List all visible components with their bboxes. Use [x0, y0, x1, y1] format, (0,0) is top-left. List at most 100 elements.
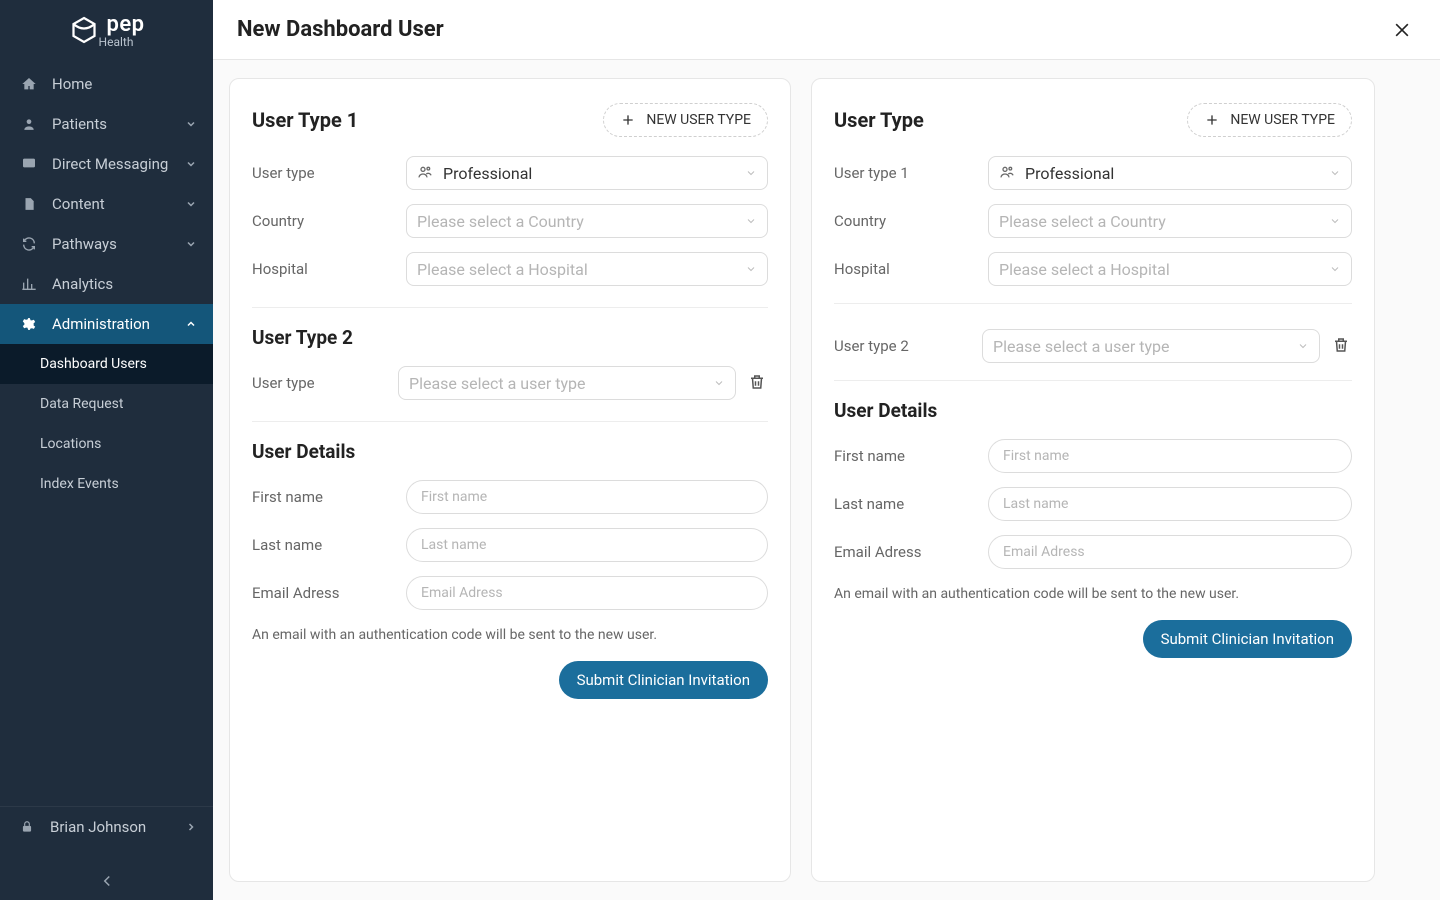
select-placeholder: Please select a Hospital: [999, 260, 1170, 279]
submit-clinician-invitation-button[interactable]: Submit Clinician Invitation: [559, 661, 768, 699]
label-user-type-2: User type: [252, 374, 398, 392]
divider: [834, 303, 1352, 304]
doc-icon: [20, 195, 38, 213]
subnav-locations[interactable]: Locations: [0, 424, 213, 464]
select-placeholder: Please select a Country: [999, 212, 1166, 231]
label-user-type-2: User type 2: [834, 337, 982, 355]
pill-btn-label: NEW USER TYPE: [1230, 112, 1335, 128]
input-first-name[interactable]: [988, 439, 1352, 473]
sidebar-item-administration[interactable]: Administration: [0, 304, 213, 344]
label-user-type-1: User type 1: [834, 164, 988, 182]
pill-btn-label: NEW USER TYPE: [646, 112, 751, 128]
select-hospital[interactable]: Please select a Hospital: [406, 252, 768, 286]
refresh-icon: [20, 235, 38, 253]
chevron-down-icon: [713, 377, 725, 389]
select-hospital[interactable]: Please select a Hospital: [988, 252, 1352, 286]
page-title: New Dashboard User: [237, 17, 444, 42]
label-country: Country: [834, 212, 988, 230]
user-icon: [20, 115, 38, 133]
select-user-type-2[interactable]: Please select a user type: [982, 329, 1320, 363]
sidebar-item-label: Home: [52, 75, 92, 93]
sidebar-item-label: Direct Messaging: [52, 155, 168, 173]
brand-name: pep: [107, 12, 145, 37]
sidebar-item-label: Content: [52, 195, 105, 213]
section-title-user-type-2: User Type 2: [252, 326, 768, 349]
collapse-sidebar-button[interactable]: [0, 872, 213, 890]
divider: [252, 421, 768, 422]
sidebar-item-patients[interactable]: Patients: [0, 104, 213, 144]
select-user-type[interactable]: Professional: [406, 156, 768, 190]
sidebar: pep Health Home Patients Direct Messagin…: [0, 0, 213, 900]
input-last-name[interactable]: [988, 487, 1352, 521]
chevron-down-icon: [1297, 340, 1309, 352]
select-country[interactable]: Please select a Country: [988, 204, 1352, 238]
hint-text: An email with an authentication code wil…: [252, 627, 768, 643]
logo-icon: [69, 15, 99, 45]
chart-icon: [20, 275, 38, 293]
input-first-name[interactable]: [406, 480, 768, 514]
chevron-down-icon: [185, 118, 197, 130]
delete-user-type-button[interactable]: [1332, 336, 1352, 356]
label-last-name: Last name: [252, 536, 406, 554]
brand-sub: Health: [99, 35, 145, 49]
section-title-user-type: User Type: [834, 108, 924, 132]
close-icon: [1392, 20, 1412, 40]
card-head-left: User Type 1 NEW USER TYPE: [252, 103, 768, 137]
submit-label: Submit Clinician Invitation: [577, 671, 750, 689]
subnav-dashboard-users[interactable]: Dashboard Users: [0, 344, 213, 384]
label-hospital: Hospital: [252, 260, 406, 278]
section-title-user-details: User Details: [834, 399, 1352, 422]
card-right: User Type NEW USER TYPE User type 1 Prof…: [811, 78, 1375, 882]
close-button[interactable]: [1388, 16, 1416, 44]
select-value: Professional: [443, 164, 532, 183]
select-country[interactable]: Please select a Country: [406, 204, 768, 238]
delete-user-type-button[interactable]: [748, 373, 768, 393]
sidebar-item-pathways[interactable]: Pathways: [0, 224, 213, 264]
sidebar-item-direct-messaging[interactable]: Direct Messaging: [0, 144, 213, 184]
sidebar-item-analytics[interactable]: Analytics: [0, 264, 213, 304]
subnav-index-events[interactable]: Index Events: [0, 464, 213, 504]
sidebar-item-content[interactable]: Content: [0, 184, 213, 224]
chevron-down-icon: [185, 198, 197, 210]
chevron-down-icon: [1329, 215, 1341, 227]
label-first-name: First name: [834, 447, 988, 465]
label-email: Email Adress: [834, 543, 988, 561]
chevron-down-icon: [185, 158, 197, 170]
admin-subnav: Dashboard Users Data Request Locations I…: [0, 344, 213, 504]
new-user-type-button[interactable]: NEW USER TYPE: [1187, 103, 1352, 137]
user-footer[interactable]: Brian Johnson: [0, 806, 213, 846]
divider: [252, 307, 768, 308]
professional-icon: [417, 164, 435, 182]
sidebar-item-home[interactable]: Home: [0, 64, 213, 104]
input-email[interactable]: [988, 535, 1352, 569]
label-first-name: First name: [252, 488, 406, 506]
chat-icon: [20, 155, 38, 173]
select-placeholder: Please select a user type: [409, 374, 585, 393]
select-user-type-2[interactable]: Please select a user type: [398, 366, 736, 400]
input-last-name[interactable]: [406, 528, 768, 562]
sidebar-item-label: Administration: [52, 315, 150, 333]
select-placeholder: Please select a Hospital: [417, 260, 588, 279]
nav: Home Patients Direct Messaging Conten: [0, 64, 213, 504]
divider: [834, 380, 1352, 381]
select-user-type-1[interactable]: Professional: [988, 156, 1352, 190]
new-user-type-button[interactable]: NEW USER TYPE: [603, 103, 768, 137]
input-email[interactable]: [406, 576, 768, 610]
submit-clinician-invitation-button[interactable]: Submit Clinician Invitation: [1143, 620, 1352, 658]
label-hospital: Hospital: [834, 260, 988, 278]
sidebar-item-label: Pathways: [52, 235, 117, 253]
lock-icon: [20, 819, 36, 835]
chevron-down-icon: [185, 238, 197, 250]
section-title-user-type-1: User Type 1: [252, 108, 358, 132]
select-value: Professional: [1025, 164, 1114, 183]
label-email: Email Adress: [252, 584, 406, 602]
label-country: Country: [252, 212, 406, 230]
label-last-name: Last name: [834, 495, 988, 513]
subnav-data-request[interactable]: Data Request: [0, 384, 213, 424]
topbar: New Dashboard User: [213, 0, 1440, 60]
sidebar-item-label: Analytics: [52, 275, 113, 293]
label-user-type: User type: [252, 164, 406, 182]
card-head-right: User Type NEW USER TYPE: [834, 103, 1352, 137]
chevron-down-icon: [1329, 167, 1341, 179]
plus-icon: [620, 112, 636, 128]
